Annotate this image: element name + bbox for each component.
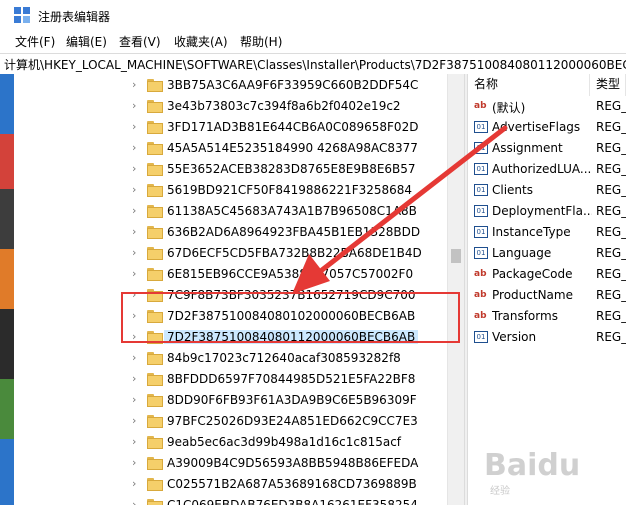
baidu-watermark: Baidu — [484, 448, 581, 483]
watermark-sub: 经验 — [490, 486, 510, 497]
annotation-arrow — [292, 125, 508, 294]
